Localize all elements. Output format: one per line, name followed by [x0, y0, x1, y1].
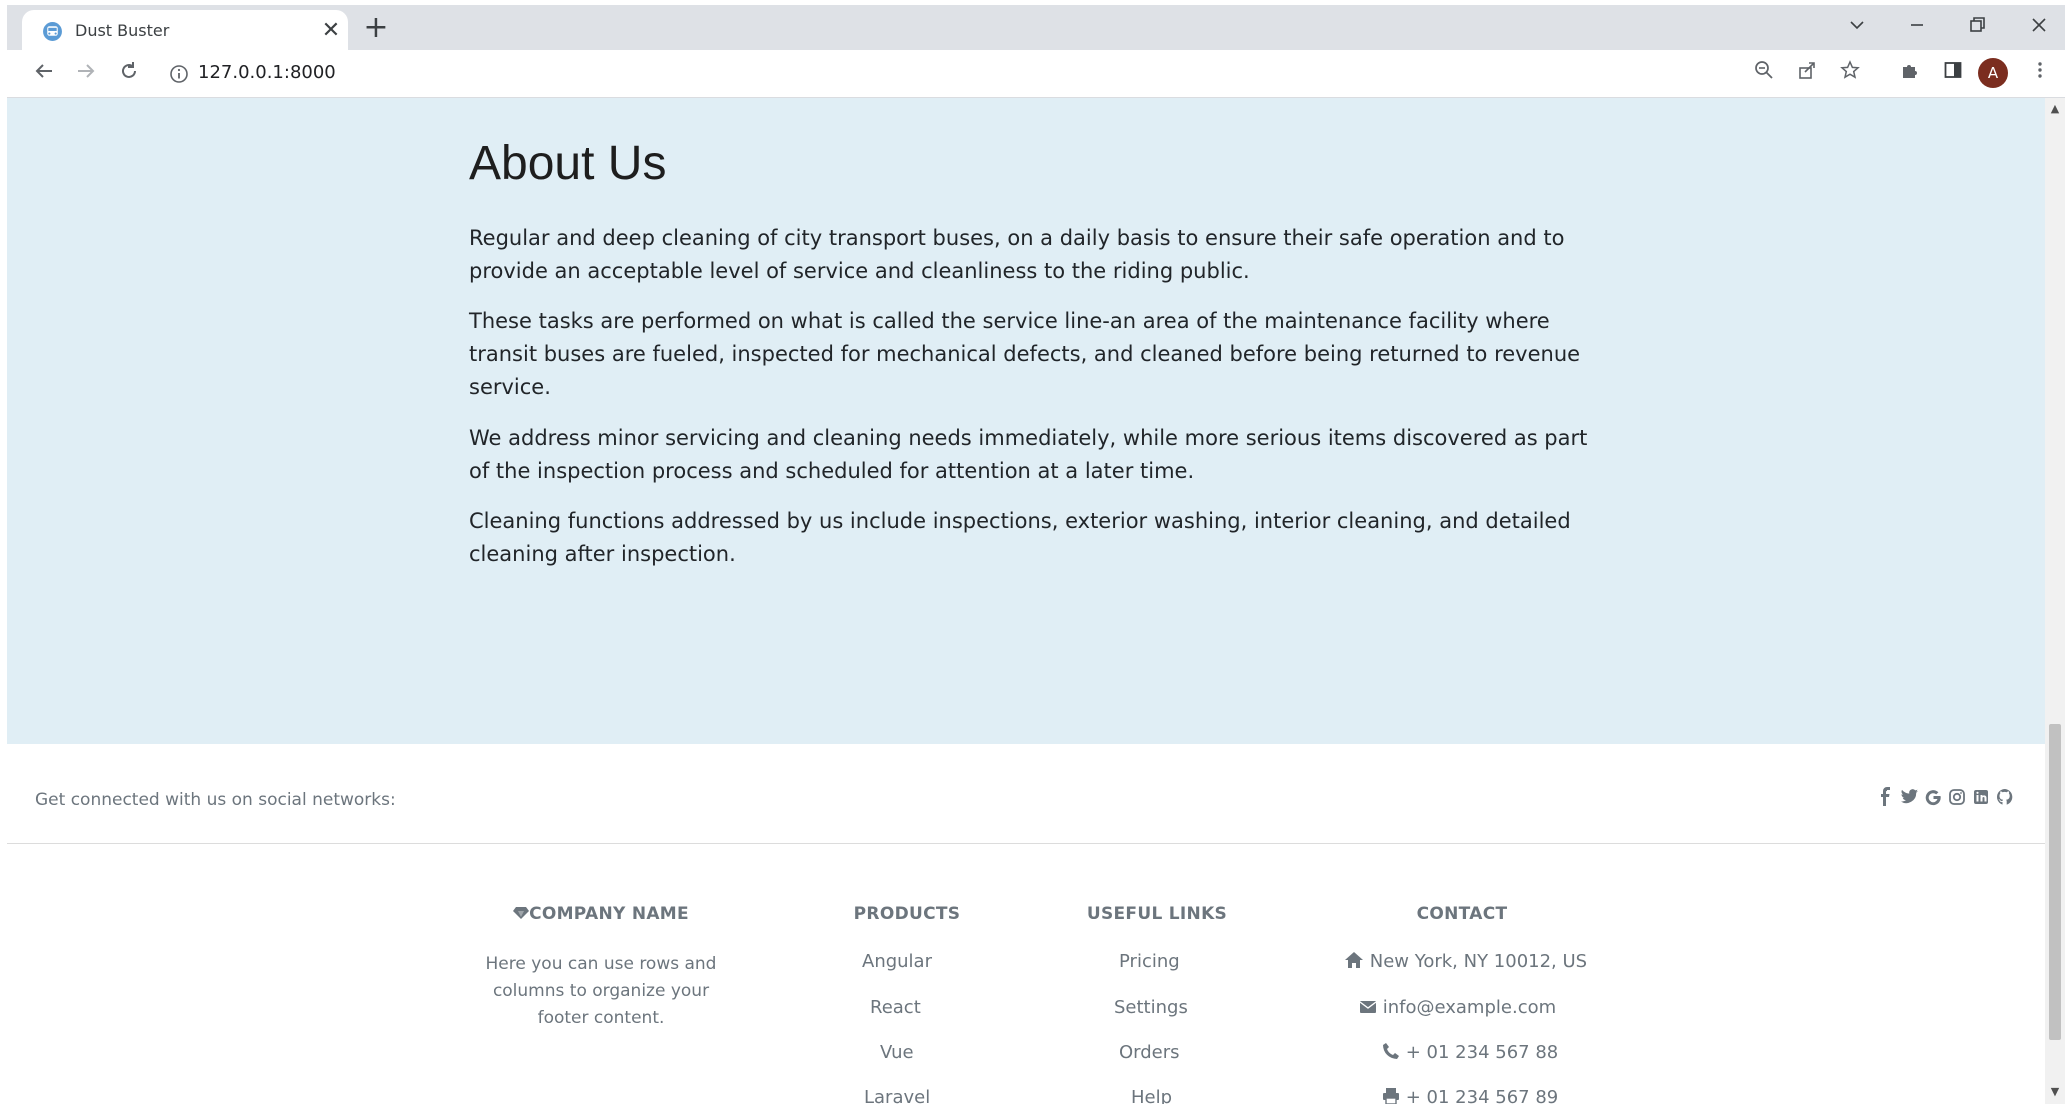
- bus-favicon-icon: [43, 22, 62, 41]
- print-icon: [1383, 1088, 1399, 1104]
- scroll-thumb[interactable]: [2049, 724, 2061, 1040]
- about-paragraph-1: Regular and deep cleaning of city transp…: [469, 226, 1565, 283]
- scroll-down-arrow-icon[interactable]: ▼: [2049, 1086, 2061, 1098]
- tab-close-icon[interactable]: ✕: [318, 16, 344, 46]
- contact-phone: + 01 234 567 88: [1382, 1042, 1558, 1063]
- zoom-out-icon[interactable]: [1749, 59, 1779, 89]
- contact-address: New York, NY 10012, US: [1344, 951, 1587, 972]
- about-paragraph-4: Cleaning functions addressed by us inclu…: [469, 509, 1571, 566]
- contact-address-text: New York, NY 10012, US: [1369, 951, 1588, 972]
- footer-company-column: COMPANY NAME Here you can use rows and c…: [469, 904, 733, 1032]
- contact-heading: CONTACT: [1416, 904, 1508, 924]
- social-bar: Get connected with us on social networks…: [7, 744, 2045, 844]
- about-paragraph-2: These tasks are performed on what is cal…: [469, 309, 1581, 399]
- useful-link-pricing[interactable]: Pricing: [1119, 951, 1180, 972]
- about-paragraph-3: We address minor servicing and cleaning …: [469, 426, 1588, 483]
- restore-icon[interactable]: [1957, 11, 1997, 45]
- product-link-laravel[interactable]: Laravel: [864, 1087, 930, 1104]
- tab-strip: Dust Buster ✕ +: [7, 5, 2065, 56]
- product-link-react[interactable]: React: [870, 997, 921, 1018]
- about-title: About Us: [469, 137, 667, 190]
- github-icon[interactable]: [1995, 786, 2015, 808]
- company-heading: COMPANY NAME: [469, 904, 733, 924]
- new-tab-button[interactable]: +: [359, 12, 393, 46]
- gem-icon: [513, 907, 530, 919]
- useful-link-settings[interactable]: Settings: [1114, 997, 1188, 1018]
- close-window-icon[interactable]: [2019, 11, 2059, 45]
- envelope-icon: [1359, 1001, 1377, 1013]
- footer-contact-column: CONTACT: [1307, 904, 1617, 924]
- browser-toolbar: 127.0.0.1:8000: [7, 50, 2065, 98]
- company-heading-label: COMPANY NAME: [529, 904, 689, 924]
- useful-link-help[interactable]: Help: [1131, 1087, 1172, 1104]
- forward-icon[interactable]: [69, 57, 103, 91]
- facebook-icon[interactable]: [1875, 786, 1895, 808]
- home-icon: [1345, 952, 1363, 968]
- contact-email[interactable]: info@example.com: [1359, 997, 1556, 1018]
- minimize-icon[interactable]: [1897, 11, 1937, 45]
- bookmark-star-icon[interactable]: [1835, 59, 1865, 89]
- reload-icon[interactable]: [112, 57, 146, 91]
- phone-icon: [1383, 1043, 1399, 1059]
- product-link-vue[interactable]: Vue: [880, 1042, 914, 1063]
- product-link-angular[interactable]: Angular: [862, 951, 932, 972]
- profile-avatar[interactable]: A: [1978, 58, 2008, 88]
- instagram-icon[interactable]: [1947, 786, 1967, 808]
- social-icons: [1875, 786, 2015, 808]
- extensions-puzzle-icon[interactable]: [1895, 59, 1925, 89]
- side-panel-icon[interactable]: [1938, 59, 1968, 89]
- twitter-icon[interactable]: [1899, 786, 1919, 808]
- about-section: About Us Regular and deep cleaning of ci…: [7, 98, 2045, 744]
- contact-fax: + 01 234 567 89: [1382, 1087, 1558, 1104]
- google-icon[interactable]: [1923, 786, 1943, 808]
- contact-phone-text: + 01 234 567 88: [1405, 1042, 1559, 1063]
- products-heading: PRODUCTS: [853, 904, 961, 924]
- useful-links-heading: USEFUL LINKS: [1086, 904, 1228, 924]
- url-text[interactable]: 127.0.0.1:8000: [198, 62, 336, 83]
- scroll-up-arrow-icon[interactable]: ▲: [2049, 103, 2061, 115]
- page-scrollbar[interactable]: ▲ ▼: [2045, 98, 2065, 1104]
- contact-fax-text: + 01 234 567 89: [1405, 1087, 1559, 1104]
- chrome-menu-icon[interactable]: [2025, 59, 2055, 89]
- useful-link-orders[interactable]: Orders: [1119, 1042, 1180, 1063]
- tab-title: Dust Buster: [75, 21, 170, 40]
- contact-email-text: info@example.com: [1382, 997, 1557, 1018]
- site-info-icon[interactable]: [169, 64, 189, 84]
- share-icon[interactable]: [1792, 59, 1822, 89]
- page-viewport: About Us Regular and deep cleaning of ci…: [7, 98, 2045, 1104]
- social-caption: Get connected with us on social networks…: [35, 790, 396, 810]
- footer-products-column: PRODUCTS: [797, 904, 1017, 924]
- linkedin-icon[interactable]: [1971, 786, 1991, 808]
- tab-search-chevron-icon[interactable]: [1837, 11, 1877, 45]
- company-description: Here you can use rows and columns to org…: [485, 954, 717, 1028]
- back-icon[interactable]: [27, 57, 61, 91]
- footer-useful-links-column: USEFUL LINKS: [1047, 904, 1267, 924]
